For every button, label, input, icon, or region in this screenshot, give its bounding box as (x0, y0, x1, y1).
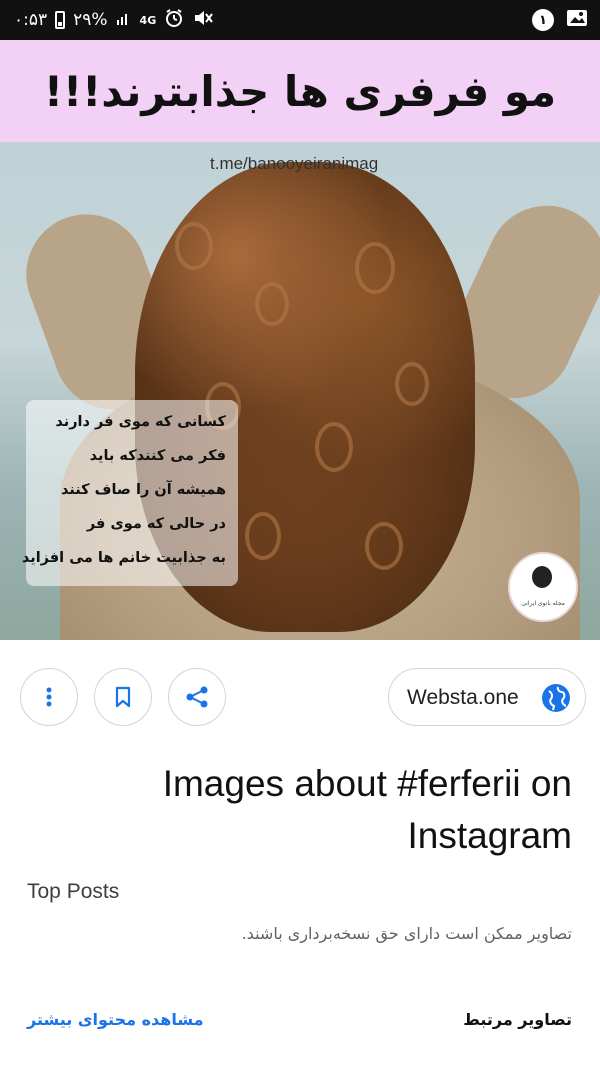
globe-icon (541, 683, 571, 713)
headline-band: مو فرفری ها جذابترند!!! (0, 40, 600, 142)
logo-silhouette-icon (532, 566, 552, 588)
watermark: t.me/banooyeiranimag (210, 154, 379, 173)
headline-text: مو فرفری ها جذابترند!!! (43, 66, 557, 116)
result-image[interactable]: مو فرفری ها جذابترند!!! t.me/banooyeiran… (0, 40, 600, 640)
share-icon (186, 686, 208, 708)
notification-badge: ۱ (532, 9, 554, 31)
status-time: ۰:۵۳ (14, 10, 48, 30)
share-button[interactable] (168, 668, 226, 726)
overlay-line: به جذابیت خانم ها می افزاید (21, 550, 226, 566)
overlay-line: همیشه آن را صاف کنند (60, 482, 226, 498)
photo: t.me/banooyeiranimag کسانی که موی فر دار… (0, 142, 600, 640)
more-vert-icon (46, 687, 52, 707)
status-right: ۱ (532, 8, 588, 32)
see-more-link[interactable]: مشاهده محتوای بیشتر (27, 1010, 204, 1029)
related-images-heading: تصاویر مرتبط (463, 1010, 572, 1029)
overlay-text-box: کسانی که موی فر دارند فکر می کنندکه باید… (22, 400, 238, 586)
status-left: ۰:۵۳ ۲۹% 4G (14, 8, 214, 32)
copyright-notice: تصاویر ممکن است دارای حق نسخه‌برداری باش… (241, 924, 572, 943)
network-type: 4G (139, 13, 157, 27)
image-icon (566, 8, 588, 32)
magazine-logo: مجله بانوی ایرانی (508, 552, 578, 622)
source-label: Websta.one (407, 686, 519, 709)
battery-percent: ۲۹% (73, 10, 108, 30)
more-options-button[interactable] (20, 668, 78, 726)
status-bar: ۰:۵۳ ۲۹% 4G ۱ (0, 0, 600, 40)
action-row: Websta.one (0, 668, 600, 730)
overlay-line: در حالی که موی فر (86, 516, 226, 532)
battery-icon (55, 11, 66, 29)
overlay-line: کسانی که موی فر دارند (55, 414, 226, 430)
source-link-button[interactable]: Websta.one (388, 668, 586, 726)
result-title[interactable]: Images about #ferferii on Instagram (32, 758, 572, 862)
bookmark-icon (115, 686, 131, 708)
overlay-line: فکر می کنندکه باید (89, 448, 226, 464)
signal-icon (116, 10, 132, 30)
logo-text: مجله بانوی ایرانی (521, 601, 565, 607)
alarm-icon (164, 8, 184, 32)
save-button[interactable] (94, 668, 152, 726)
result-subtitle: Top Posts (27, 880, 120, 903)
mute-icon (192, 8, 214, 32)
